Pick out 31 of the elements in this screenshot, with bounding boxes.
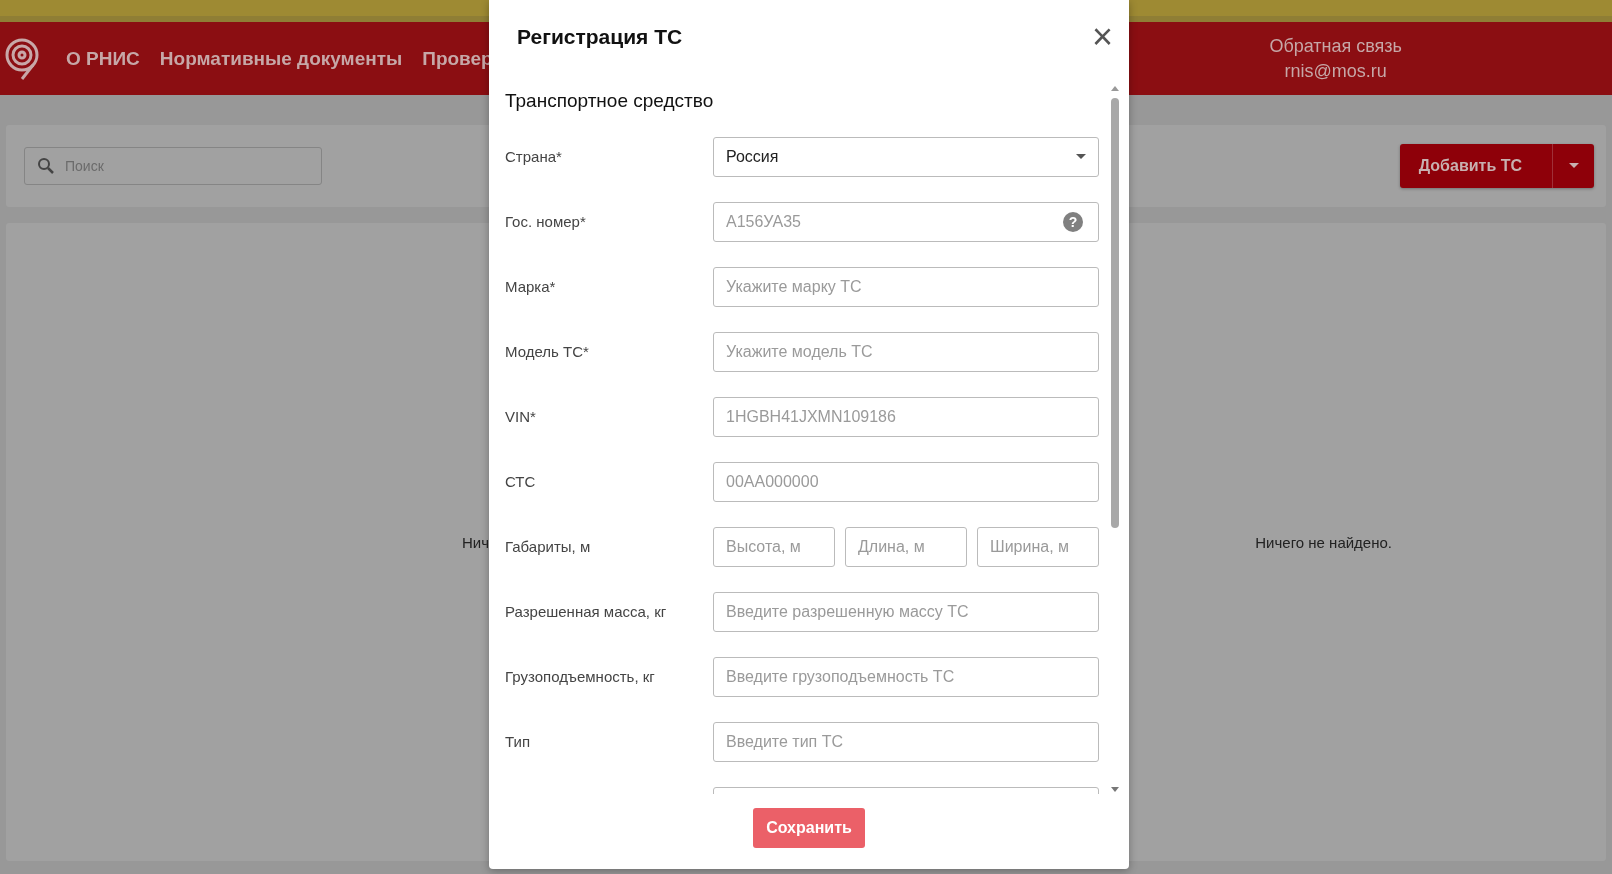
close-button[interactable]: × xyxy=(1091,22,1113,52)
input-field[interactable]: Введите разрешенную массу ТС xyxy=(713,591,1099,632)
field-label: Габариты, м xyxy=(505,538,591,555)
country-select[interactable]: Россия xyxy=(713,136,1099,177)
field-label: Модель ТС* xyxy=(505,343,589,360)
save-button[interactable]: Сохранить xyxy=(753,808,865,848)
field-label: Разрешенная масса, кг xyxy=(505,603,667,620)
input-field[interactable]: Ширина, м xyxy=(977,526,1099,567)
nav-link[interactable]: О РНИС xyxy=(66,47,140,70)
field-label: Марка* xyxy=(505,278,556,295)
field-label: VIN* xyxy=(505,408,536,425)
section-title: Транспортное средство xyxy=(505,90,714,112)
input-field[interactable]: Укажите модель ТС xyxy=(713,331,1099,372)
empty-message: Нич xyxy=(462,533,490,551)
field-label: Страна* xyxy=(505,148,562,165)
input-field[interactable]: Высота, м xyxy=(713,526,835,567)
input-field[interactable]: Длина, м xyxy=(845,526,967,567)
input-field[interactable]: Введите тип ТС xyxy=(713,721,1099,762)
dialog-title: Регистрация ТС xyxy=(517,25,683,49)
field-label: Гос. номер* xyxy=(505,213,586,230)
empty-message: Ничего не найдено. xyxy=(1255,533,1392,551)
feedback-label: Обратная связь xyxy=(1269,34,1402,58)
field-label: Тип xyxy=(505,733,530,750)
nav-link[interactable]: Нормативные документы xyxy=(159,47,403,70)
field-label: СТС xyxy=(505,473,536,490)
field-label: Грузоподъемность, кг xyxy=(505,668,655,685)
feedback-email[interactable]: rnis@mos.ru xyxy=(1269,58,1402,84)
input-field[interactable]: 1HGBH41JXMN109186 xyxy=(713,396,1099,437)
input-field[interactable]: 00АА000000 xyxy=(713,461,1099,502)
input-field[interactable]: Введите грузоподъемность ТС xyxy=(713,656,1099,697)
input-field[interactable]: Укажите марку ТС xyxy=(713,266,1099,307)
